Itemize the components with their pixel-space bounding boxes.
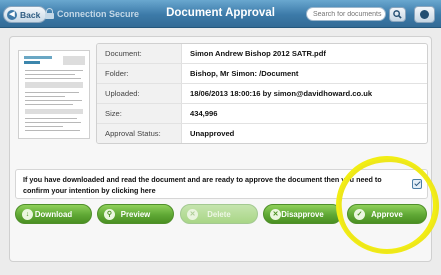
detail-label: Document: [97, 44, 182, 63]
back-button-label: Back [20, 9, 41, 20]
preview-button[interactable]: ⚲ Preview [97, 204, 174, 224]
detail-label: Uploaded: [97, 84, 182, 103]
confirm-box: If you have downloaded and read the docu… [15, 169, 428, 199]
back-arrow-icon: ◀ [7, 9, 17, 20]
detail-value: 18/06/2013 18:00:16 by simon@davidhoward… [190, 89, 373, 98]
detail-value: Unapproved [190, 129, 235, 138]
delete-button[interactable]: ✕ Delete [180, 204, 258, 224]
detail-label: Size: [97, 104, 182, 123]
search-icon [393, 10, 402, 19]
confirm-text: If you have downloaded and read the docu… [23, 175, 382, 195]
preview-button-label: Preview [120, 209, 151, 219]
top-bar: ◀ Back Connection Secure Document Approv… [0, 0, 441, 28]
search-input[interactable] [306, 7, 386, 21]
disapprove-button[interactable]: ✕ Disapprove [263, 204, 342, 224]
detail-value: 434,996 [190, 109, 218, 118]
detail-row: Document: Simon Andrew Bishop 2012 SATR.… [97, 44, 427, 64]
detail-row: Folder: Bishop, Mr Simon: /Document [97, 64, 427, 84]
detail-row: Uploaded: 18/06/2013 18:00:16 by simon@d… [97, 84, 427, 104]
detail-value: Bishop, Mr Simon: /Document [190, 69, 299, 78]
menu-button[interactable] [414, 6, 435, 23]
detail-value: Simon Andrew Bishop 2012 SATR.pdf [190, 49, 326, 58]
detail-row: Approval Status: Unapproved [97, 124, 427, 143]
document-thumbnail[interactable] [18, 50, 90, 139]
check-icon [414, 179, 421, 187]
detail-label: Approval Status: [97, 124, 182, 143]
disapprove-button-label: Disapprove [281, 209, 324, 219]
download-button-label: Download [34, 209, 73, 219]
connection-status: Connection Secure [45, 8, 139, 19]
search-button[interactable] [389, 7, 406, 22]
download-button[interactable]: ↓ Download [15, 204, 92, 224]
detail-label: Folder: [97, 64, 182, 83]
document-details: Document: Simon Andrew Bishop 2012 SATR.… [96, 43, 428, 144]
lock-icon [45, 8, 54, 19]
back-button[interactable]: ◀ Back [3, 6, 48, 23]
detail-row: Size: 434,996 [97, 104, 427, 124]
approve-button[interactable]: ✓ Approve [347, 204, 427, 224]
connection-status-label: Connection Secure [57, 8, 140, 19]
delete-button-label: Delete [207, 209, 231, 219]
menu-icon [420, 10, 429, 19]
confirm-checkbox[interactable] [412, 179, 422, 189]
approve-button-label: Approve [371, 209, 403, 219]
